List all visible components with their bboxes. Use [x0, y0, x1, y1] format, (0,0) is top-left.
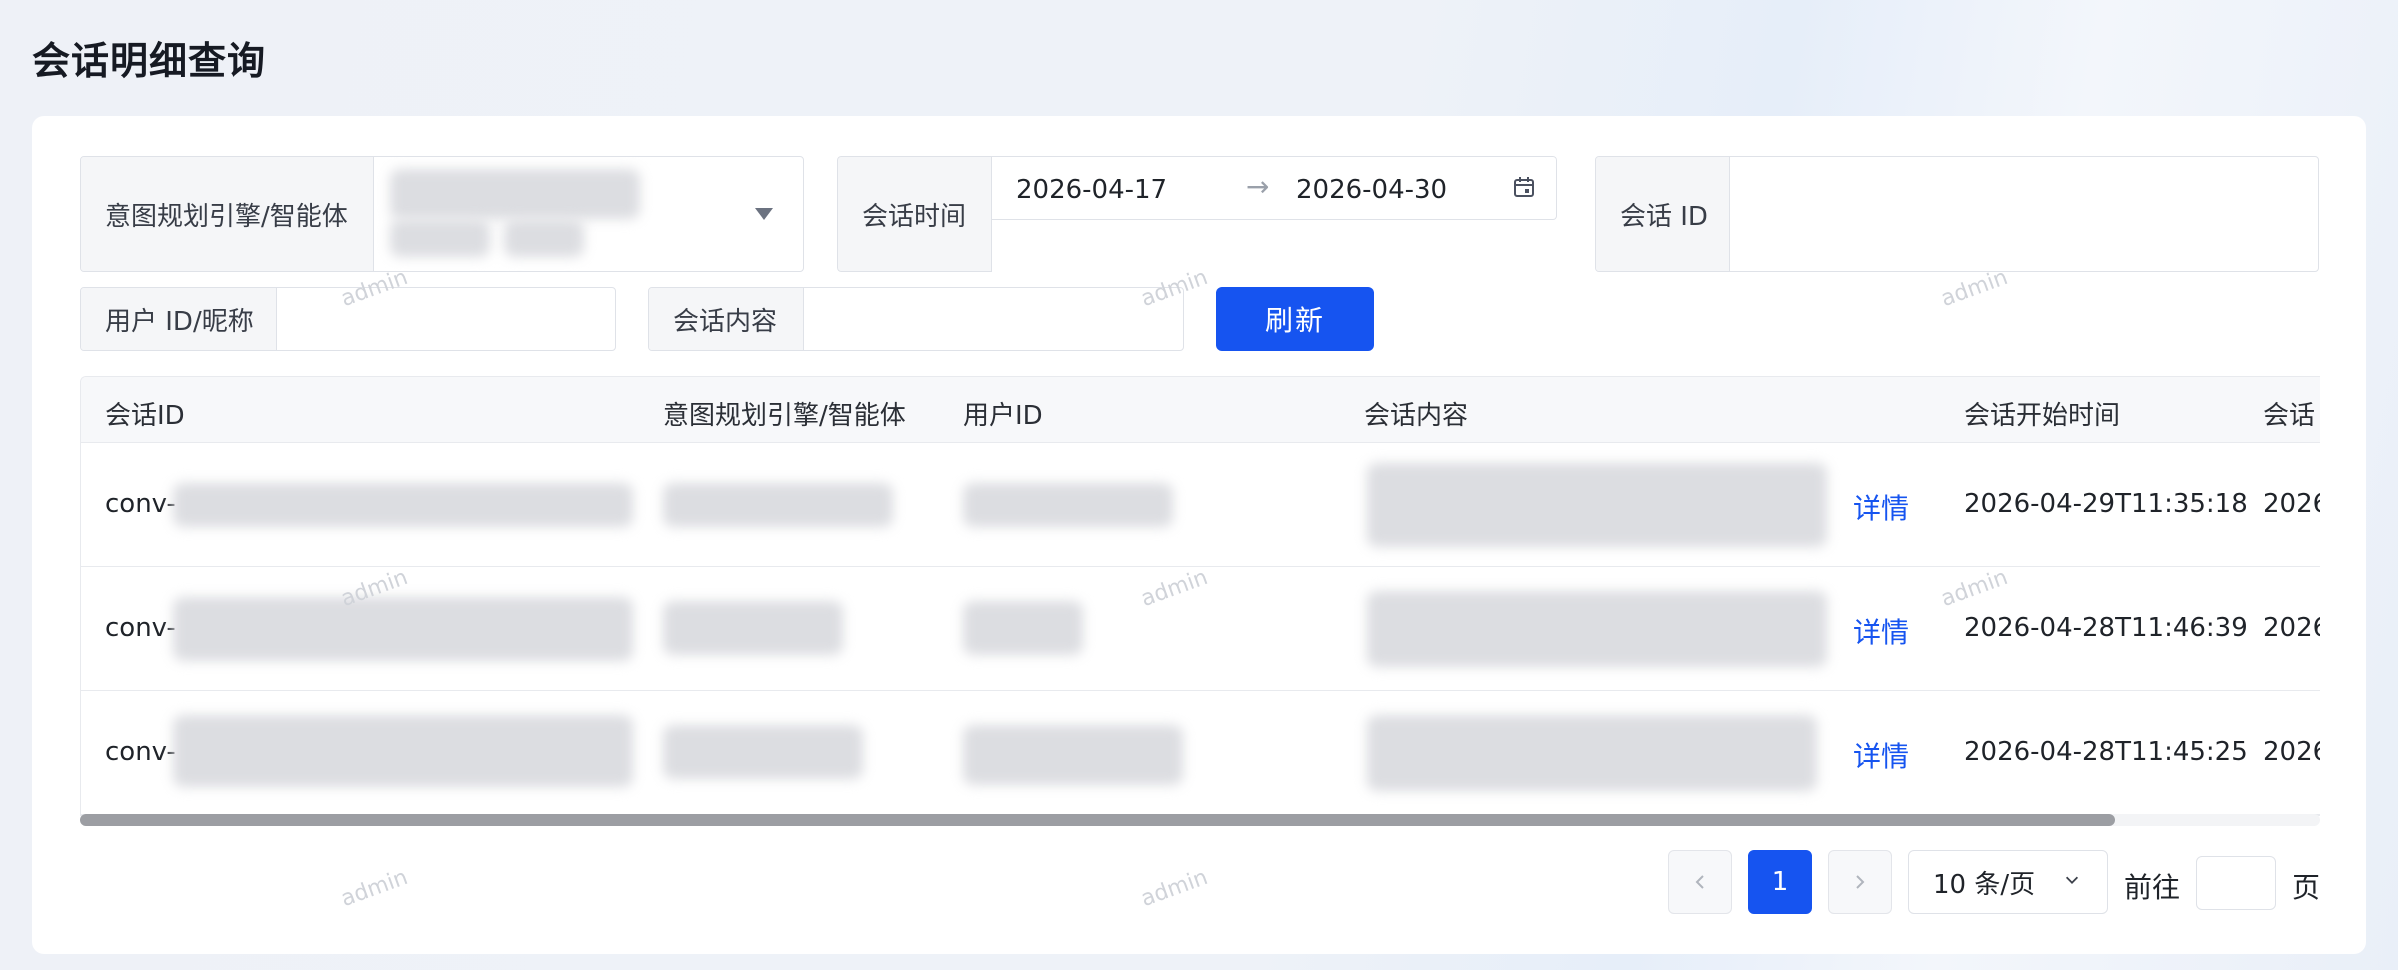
next-col-cell: 2026 [2263, 737, 2320, 767]
session-table: 会话ID 意图规划引擎/智能体 用户ID 会话内容 会话开始时间 会话 conv… [80, 376, 2320, 816]
redacted-engine [663, 725, 863, 779]
session-id-cell: conv- [105, 489, 176, 519]
redacted-session-id [173, 715, 633, 787]
content-label: 会话内容 [649, 288, 804, 350]
session-id-field[interactable]: 会话 ID [1595, 156, 2319, 272]
next-page-button[interactable] [1828, 850, 1892, 914]
chevron-left-icon [1695, 875, 1704, 889]
session-id-cell: conv- [105, 613, 176, 643]
goto-label: 前往 [2124, 871, 2181, 904]
th-engine: 意图规划引擎/智能体 [663, 401, 906, 431]
redacted-content [1367, 463, 1827, 547]
redacted-engine [663, 601, 843, 655]
user-field[interactable]: 用户 ID/昵称 [80, 287, 616, 351]
redacted-user-id [963, 725, 1183, 785]
prev-page-button[interactable] [1668, 850, 1732, 914]
dropdown-caret-icon[interactable] [755, 208, 773, 220]
next-col-cell: 2026 [2263, 613, 2320, 643]
table-row[interactable]: conv- 详情 2026-04-28T11:45:25 2026 [81, 691, 2320, 815]
th-start-time: 会话开始时间 [1964, 401, 2121, 431]
refresh-button[interactable]: 刷新 [1216, 287, 1374, 351]
date-end[interactable]: 2026-04-30 [1296, 175, 1447, 205]
table-header: 会话ID 意图规划引擎/智能体 用户ID 会话内容 会话开始时间 会话 [81, 377, 2320, 443]
redacted-tag [390, 219, 490, 257]
session-id-input[interactable] [1730, 157, 2318, 271]
session-id-cell: conv- [105, 737, 176, 767]
next-col-cell: 2026 [2263, 489, 2320, 519]
engine-label: 意图规划引擎/智能体 [81, 157, 374, 271]
table-row[interactable]: conv- 详情 2026-04-29T11:35:18 2026 [81, 443, 2320, 567]
redacted-user-id [963, 483, 1173, 527]
redacted-engine [663, 483, 893, 527]
page-number-button[interactable]: 1 [1748, 850, 1812, 914]
calendar-icon[interactable] [1512, 175, 1536, 199]
goto-page-input[interactable] [2196, 856, 2276, 910]
content-input[interactable] [804, 288, 1183, 350]
time-range-field[interactable]: 会话时间 2026-04-17 → 2026-04-30 [837, 156, 1557, 272]
th-user-id: 用户ID [963, 401, 1043, 431]
start-time-cell: 2026-04-28T11:45:25 [1964, 737, 2248, 767]
redacted-session-id [173, 597, 633, 661]
th-session-id: 会话ID [105, 401, 185, 431]
content-field[interactable]: 会话内容 [648, 287, 1184, 351]
detail-link[interactable]: 详情 [1853, 611, 1909, 651]
time-label: 会话时间 [837, 156, 992, 272]
detail-link[interactable]: 详情 [1853, 487, 1909, 527]
page-title: 会话明细查询 [32, 39, 267, 83]
redacted-user-id [963, 601, 1083, 655]
redacted-tag [504, 219, 584, 257]
page-size-select[interactable]: 10 条/页 [1908, 850, 2108, 914]
detail-link[interactable]: 详情 [1853, 735, 1909, 775]
redacted-content [1367, 591, 1827, 667]
page-suffix: 页 [2292, 871, 2321, 904]
th-content: 会话内容 [1364, 401, 1469, 431]
start-time-cell: 2026-04-28T11:46:39 [1964, 613, 2248, 643]
redacted-selection [390, 169, 640, 219]
horizontal-scrollbar[interactable] [80, 814, 2320, 826]
page-size-label: 10 条/页 [1933, 869, 2036, 900]
range-arrow-icon: → [1246, 170, 1270, 203]
main-card: 意图规划引擎/智能体 会话时间 2026-04-17 → 2026-04-30 … [32, 116, 2366, 954]
engine-select[interactable] [374, 157, 803, 271]
session-id-label: 会话 ID [1596, 157, 1730, 271]
user-input[interactable] [277, 288, 615, 350]
user-label: 用户 ID/昵称 [81, 288, 277, 350]
chevron-right-icon [1856, 875, 1865, 889]
start-time-cell: 2026-04-29T11:35:18 [1964, 489, 2248, 519]
redacted-content [1367, 715, 1817, 791]
date-start[interactable]: 2026-04-17 [1016, 175, 1167, 205]
chevron-down-icon [2065, 876, 2079, 884]
date-range-picker[interactable]: 2026-04-17 → 2026-04-30 [992, 156, 1557, 220]
scrollbar-thumb[interactable] [80, 814, 2115, 826]
table-row[interactable]: conv- 详情 2026-04-28T11:46:39 2026 [81, 567, 2320, 691]
engine-select-field[interactable]: 意图规划引擎/智能体 [80, 156, 804, 272]
th-next: 会话 [2263, 401, 2316, 431]
redacted-session-id [173, 483, 633, 527]
